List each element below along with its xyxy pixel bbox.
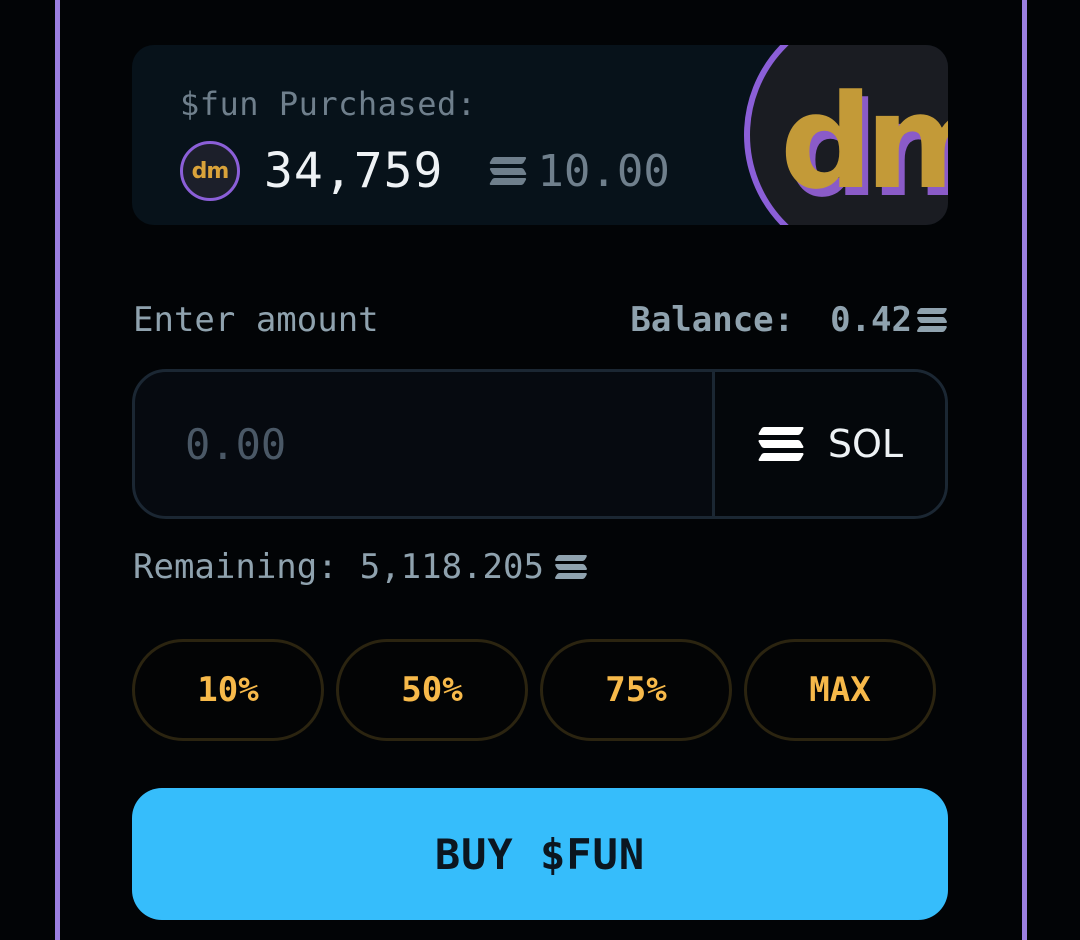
purchased-sol-value: 10.00 [537,145,670,197]
enter-amount-label: Enter amount [133,300,379,340]
purchased-card: $fun Purchased: dm 34,759 10.00 dm [132,45,948,225]
purchased-label: $fun Purchased: [180,85,477,123]
solana-icon [489,157,528,185]
percent-10-button[interactable]: 10% [132,639,324,741]
percent-buttons: 10% 50% 75% MAX [132,639,936,741]
remaining-value: 5,118.205 [359,547,544,587]
remaining-label: Remaining: [133,547,338,587]
token-logo-text: dm [780,66,948,218]
balance-label: Balance: [630,300,795,340]
percent-75-button[interactable]: 75% [540,639,732,741]
token-avatar-icon: dm [180,141,240,201]
solana-icon [916,308,948,332]
percent-50-button[interactable]: 50% [336,639,528,741]
app-frame: $fun Purchased: dm 34,759 10.00 dm Enter… [0,0,1080,940]
buy-button[interactable]: BUY $FUN [132,788,948,920]
currency-label: SOL [827,422,904,466]
remaining: Remaining: 5,118.205 [133,547,588,587]
purchased-amount: 34,759 [264,143,444,199]
balance: Balance: 0.42 [630,300,948,340]
max-button[interactable]: MAX [744,639,936,741]
amount-input-box: SOL [132,369,948,519]
purchased-row: dm 34,759 10.00 [180,141,670,201]
amount-input[interactable] [135,372,712,516]
token-avatar-text: dm [191,158,230,184]
solana-icon [554,555,588,579]
token-logo-icon: dm [744,45,948,225]
currency-selector[interactable]: SOL [712,372,945,516]
balance-value: 0.42 [830,300,912,340]
solana-icon [757,427,805,461]
